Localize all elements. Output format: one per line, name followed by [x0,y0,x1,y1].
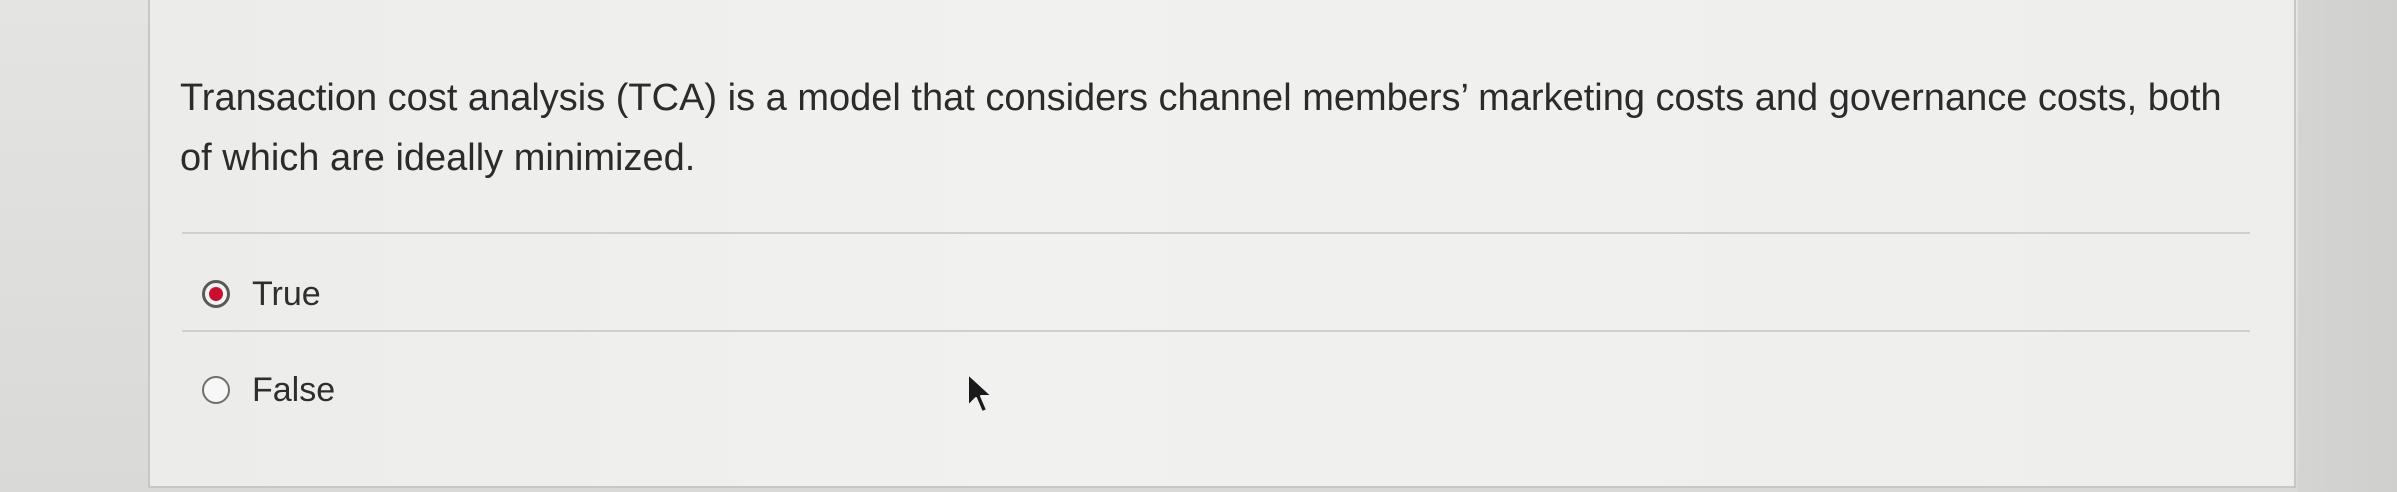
option-label: True [252,275,321,313]
divider [182,330,2250,332]
radio-button[interactable] [202,376,230,404]
question-text: Transaction cost analysis (TCA) is a mod… [180,77,2222,179]
question-card: Transaction cost analysis (TCA) is a mod… [148,0,2296,488]
option-label: False [252,371,336,409]
arrow-pointer-icon [967,373,993,413]
option-false[interactable]: False [202,370,335,410]
radio-button-selected[interactable] [202,280,230,308]
right-gutter [2298,0,2397,492]
option-true[interactable]: True [202,274,321,314]
divider [182,232,2250,234]
